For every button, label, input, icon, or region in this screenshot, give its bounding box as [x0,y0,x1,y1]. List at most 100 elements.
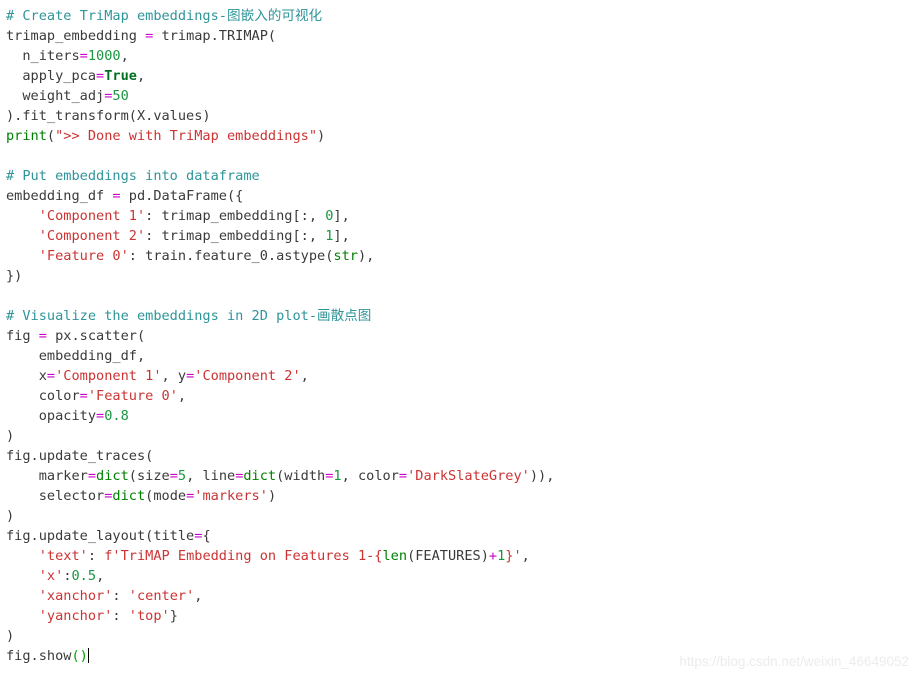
text-caret [87,648,89,663]
code-token-string: 'Component 2' [38,228,146,244]
code-token-number: 0.5 [71,568,97,584]
code-token-comment: # Put embeddings into dataframe [6,168,260,184]
code-token-string: 'xanchor' [38,588,113,604]
code-line: opacity=0.8 [6,406,915,426]
code-line: color='Feature 0', [6,386,915,406]
code-token-plain: , line [186,468,236,484]
code-token-string: 'text' [38,548,88,564]
code-token-plain: : trimap_embedding[:, [145,228,326,244]
code-line: x='Component 1', y='Component 2', [6,366,915,386]
code-token-plain: x [6,368,47,384]
code-token-plain: ], [333,228,350,244]
code-token-number: 5 [177,468,187,484]
code-token-number: 50 [112,88,129,104]
code-token-plain: marker [6,468,88,484]
code-token-plain: embedding_df [6,188,113,204]
code-token-builtin: print [6,128,47,144]
code-lines-container: # Create TriMap embeddings-图嵌入的可视化 trimap… [6,6,915,666]
code-token-builtin: len [382,548,408,564]
code-line: # Create TriMap embeddings-图嵌入的可视化 [6,6,915,26]
code-line: }) [6,266,915,286]
code-token-plain: : [112,608,129,624]
code-token-string: 'yanchor' [38,608,113,624]
code-line: # Put embeddings into dataframe [6,166,915,186]
code-token-plain: fig.show [6,648,72,664]
code-token-string: 'Feature 0' [87,388,178,404]
code-token-string: f'TriMAP Embedding on Features 1-{ [104,548,383,564]
code-token-plain: }) [6,268,23,284]
code-token-plain: : [63,568,72,584]
code-line: fig = px.scatter( [6,326,915,346]
code-token-plain: weight_adj [6,88,105,104]
code-token-operator: = [79,388,88,404]
code-token-plain: ), [357,248,375,264]
code-token-string: 'markers' [194,488,268,504]
code-token-string: 'Component 1' [38,208,146,224]
code-token-plain: embedding_df, [6,348,146,364]
code-line: marker=dict(size=5, line=dict(width=1, c… [6,466,915,486]
code-token-builtin: dict [112,488,146,504]
code-token-number: 0.8 [104,408,129,424]
code-token-operator: = [398,468,408,484]
code-token-builtin: dict [243,468,277,484]
code-token-plain: opacity [6,408,97,424]
code-token-plain: trimap.TRIMAP( [153,28,277,44]
code-token-plain: ) [6,508,15,524]
code-token-plain: ) [267,488,277,504]
code-token-plain: : trimap_embedding[:, [145,208,326,224]
code-token-number: 1 [333,468,342,484]
code-line: ) [6,426,915,446]
code-token-string: 'Feature 0' [38,248,129,264]
code-token-plain: n_iters [6,48,80,64]
code-token-operator: = [79,48,88,64]
code-token-plain: fig [6,328,39,344]
code-line: 'text': f'TriMAP Embedding on Features 1… [6,546,915,566]
code-token-string: 'top' [128,608,170,624]
watermark-text: https://blog.csdn.net/weixin_46649052 [679,654,909,669]
code-token-operator: = [169,468,178,484]
code-line: weight_adj=50 [6,86,915,106]
code-line: print(">> Done with TriMap embeddings") [6,126,915,146]
code-line: # Visualize the embeddings in 2D plot-画散… [6,306,915,326]
code-token-plain: ).fit_transform(X.values) [6,108,211,124]
code-token-plain: : [112,588,129,604]
code-token-string: 'center' [128,588,195,604]
code-token-plain: trimap_embedding [6,28,146,44]
code-line: embedding_df = pd.DataFrame({ [6,186,915,206]
code-token-plain: , [120,48,129,64]
code-line: ) [6,506,915,526]
code-token-plain: { [202,528,211,544]
code-token-plain: apply_pca [6,68,97,84]
code-token-plain: px.scatter( [46,328,146,344]
code-token-plain: fig.update_traces( [6,448,154,464]
code-line: ) [6,626,915,646]
code-token-builtin: str [333,248,358,264]
code-token-string: 'Component 1' [55,368,162,384]
code-token-plain: selector [6,488,105,504]
code-token-plain: (FEATURES) [407,548,489,564]
code-token-plain: } [169,608,178,624]
code-token-bracket: () [71,648,88,664]
code-line: trimap_embedding = trimap.TRIMAP( [6,26,915,46]
code-token-plain: , y [161,368,187,384]
code-editor-pane[interactable]: # Create TriMap embeddings-图嵌入的可视化 trimap… [0,0,915,678]
code-line: ).fit_transform(X.values) [6,106,915,126]
code-token-operator: = [38,328,47,344]
code-token-operator: = [96,408,105,424]
code-token-comment: # Visualize the embeddings in 2D plot-画散… [6,308,372,324]
code-token-plain: ) [6,628,15,644]
code-token-operator: + [488,548,498,564]
code-token-keyword: True [104,68,137,84]
code-token-plain: , [177,388,187,404]
code-token-builtin: dict [96,468,129,484]
code-line: fig.update_layout(title={ [6,526,915,546]
code-token-plain: , [96,568,105,584]
